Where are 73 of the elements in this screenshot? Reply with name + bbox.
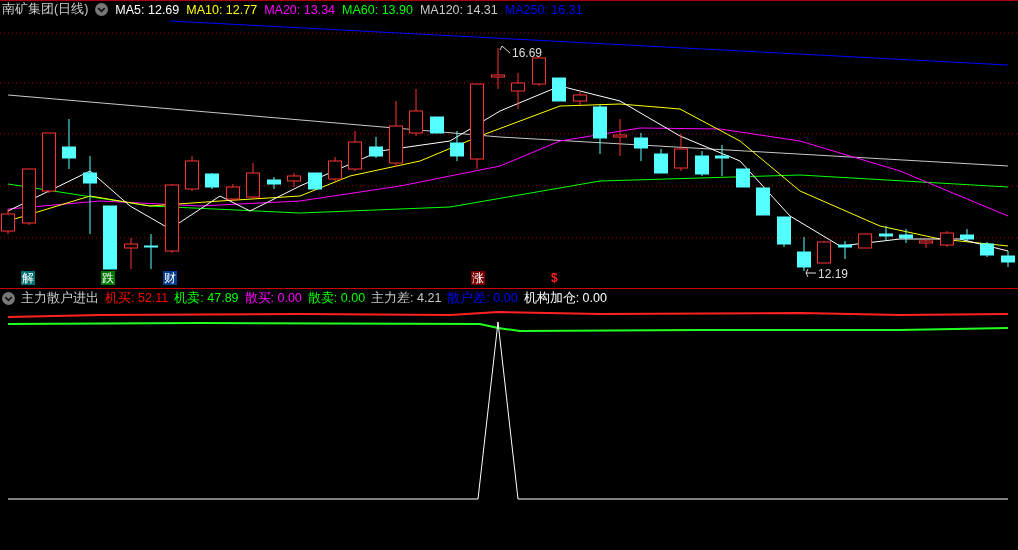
candlestick — [450, 130, 464, 162]
indicator-title: 主力散户进出 — [21, 290, 99, 308]
leader-line — [805, 268, 817, 278]
indicator-value-label: 散户差: 0.00 — [447, 290, 518, 308]
moving-average-label: MA5: 12.69 — [115, 2, 180, 17]
candlestick — [491, 47, 505, 90]
indicator-value-label: 主力差: 4.21 — [371, 290, 442, 308]
moving-average-label: MA60: 13.90 — [342, 2, 413, 17]
moving-average-label: MA250: 16.31 — [504, 2, 583, 17]
candlestick — [532, 57, 546, 87]
candlestick — [226, 183, 240, 202]
candlestick — [62, 118, 76, 170]
chart-title: 南矿集团(日线) — [2, 1, 89, 19]
dropdown-icon[interactable] — [95, 3, 109, 17]
candlestick — [511, 72, 525, 110]
candlestick — [736, 168, 750, 188]
candlestick — [22, 168, 36, 226]
candlestick — [267, 176, 281, 190]
indicator-value-label: 机买: 52.11 — [105, 290, 169, 308]
candlestick — [634, 132, 648, 162]
candlestick — [369, 136, 383, 159]
leader-line — [499, 45, 511, 54]
candlestick — [103, 205, 117, 270]
candlestick — [593, 104, 607, 155]
high-price-label: 16.69 — [512, 45, 543, 60]
candlestick — [817, 240, 831, 264]
candlestick — [980, 241, 994, 258]
candlestick — [797, 236, 811, 272]
dropdown-icon[interactable] — [2, 292, 15, 306]
signal-marker: 财 — [163, 270, 177, 285]
candlestick — [389, 100, 403, 168]
signal-marker: $ — [550, 270, 559, 285]
candlestick — [695, 150, 709, 177]
candlestick — [205, 172, 219, 190]
candlestick — [144, 233, 158, 270]
candlestick — [838, 240, 852, 260]
candlestick — [328, 156, 342, 182]
candlestick — [613, 118, 627, 157]
candlestick — [858, 233, 872, 249]
candlestick — [919, 238, 933, 249]
candlestick — [654, 148, 668, 174]
moving-average-label: MA10: 12.77 — [186, 2, 258, 17]
signal-marker: 跌 — [101, 270, 115, 285]
candlestick — [42, 132, 56, 194]
candlestick — [899, 228, 913, 244]
candlestick — [308, 172, 322, 190]
candlestick — [960, 228, 974, 242]
indicator-value-label: 机构加仓: 0.00 — [523, 290, 607, 308]
candlestick — [756, 187, 770, 216]
candlestick — [185, 155, 199, 192]
candlestick — [674, 133, 688, 172]
indicator-value-label: 机卖: 47.89 — [174, 290, 239, 308]
candlestick — [879, 225, 893, 242]
candlestick — [287, 172, 301, 188]
candlestick — [430, 116, 444, 134]
candlestick — [165, 183, 179, 254]
candlestick — [573, 90, 587, 106]
candlestick — [246, 162, 260, 200]
candlestick — [715, 144, 729, 177]
signal-marker: 解 — [21, 270, 35, 285]
moving-average-label: MA20: 13.34 — [264, 2, 336, 17]
candlestick — [777, 216, 791, 248]
candlestick — [1001, 250, 1015, 268]
indicator-value-label: 散卖: 0.00 — [307, 290, 366, 308]
signal-marker: 涨 — [471, 270, 485, 285]
indicator-value-label: 散买: 0.00 — [244, 290, 302, 308]
moving-average-label: MA120: 14.31 — [419, 2, 498, 17]
low-price-label: 12.19 — [818, 266, 849, 281]
candlestick — [940, 230, 954, 248]
candlestick — [348, 130, 362, 172]
candlestick — [124, 237, 138, 270]
candlestick — [552, 77, 566, 102]
candlestick — [409, 88, 423, 137]
